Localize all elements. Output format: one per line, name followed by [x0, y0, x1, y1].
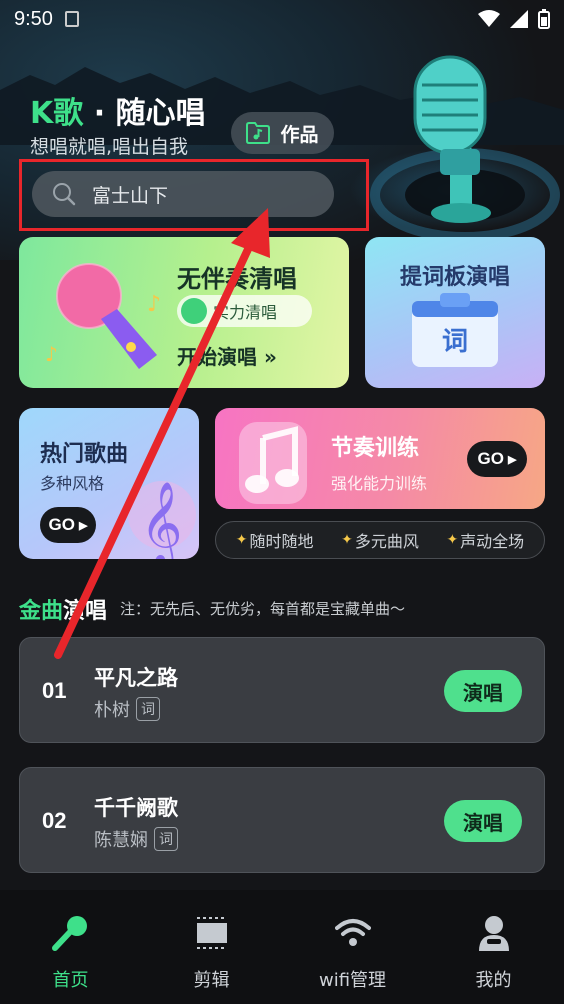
film-edit-icon — [196, 917, 227, 949]
hot-songs-card[interactable]: 热门歌曲 多种风格 𝄞 GO ▶ — [19, 408, 199, 559]
teleprompter-title: 提词板演唱 — [399, 265, 510, 290]
sparkle-icon: ✦ — [446, 532, 459, 548]
status-time: 9:50 — [14, 7, 53, 30]
song-artist: 陈慧娴 — [94, 830, 148, 851]
tab-label: 我的 — [475, 970, 512, 991]
tag-label: 随时随地 — [249, 532, 314, 551]
works-label: 作品 — [280, 123, 319, 146]
search-input[interactable]: 富士山下 — [32, 171, 334, 217]
hot-songs-go-label: GO — [48, 515, 75, 534]
acapella-card[interactable]: ♪ ♪ 无伴奏清唱 实力清唱 开始演唱 » — [19, 237, 349, 388]
svg-text:♪: ♪ — [147, 292, 161, 317]
song-row[interactable]: 02 千千阙歌 陈慧娴 词 演唱 — [19, 767, 545, 873]
tab-home[interactable]: 首页 — [0, 890, 141, 1004]
song-artist-row: 朴树 词 — [94, 696, 160, 722]
acapella-pill-label: 实力清唱 — [213, 303, 278, 322]
tag-label: 多元曲风 — [354, 532, 419, 551]
tab-label: 剪辑 — [193, 970, 230, 991]
tag-label: 声动全场 — [460, 532, 525, 551]
acapella-start[interactable]: 开始演唱 » — [177, 341, 277, 370]
play-triangle-icon: ▶ — [507, 453, 517, 466]
tab-wifi[interactable]: wifi管理 — [282, 890, 423, 1004]
tag-item: ✦ 随时随地 — [236, 528, 314, 552]
treble-clef-icon: 𝄞 — [128, 480, 196, 559]
section-title-rest: 演唱 — [63, 599, 108, 624]
song-number: 02 — [42, 808, 67, 833]
song-artist: 朴树 — [94, 700, 130, 721]
section-note: 注：无先后、无优劣，每首都是宝藏单曲～ — [120, 600, 406, 618]
rhythm-title: 节奏训练 — [331, 436, 420, 461]
tag-item: ✦ 声动全场 — [446, 528, 524, 552]
section-title: 金曲演唱 — [19, 593, 107, 625]
lyrics-badge: 词 — [154, 827, 178, 851]
sing-button[interactable]: 演唱 — [444, 670, 522, 712]
cell-signal-icon — [510, 10, 528, 28]
works-button[interactable]: 作品 — [231, 112, 334, 154]
sparkle-icon: ✦ — [341, 532, 353, 548]
music-note-icon — [239, 422, 307, 504]
rhythm-go-button[interactable]: GO ▶ — [467, 441, 527, 477]
notification-icon — [64, 11, 79, 27]
song-name: 平凡之路 — [94, 666, 178, 690]
song-row[interactable]: 01 平凡之路 朴树 词 演唱 — [19, 637, 545, 743]
status-bar: 9:50 — [0, 0, 564, 38]
acapella-title: 无伴奏清唱 — [177, 265, 297, 293]
teleprompter-card[interactable]: 提词板演唱 词 — [365, 237, 545, 388]
tab-label: wifi管理 — [318, 970, 387, 991]
acapella-pill: 实力清唱 — [177, 295, 312, 327]
hot-songs-sub: 多种风格 — [40, 474, 105, 493]
app-subtitle: 想唱就唱,唱出自我 — [30, 136, 189, 158]
rhythm-training-card[interactable]: 节奏训练 强化能力训练 GO ▶ — [215, 408, 545, 509]
app-title: K歌 · 随心唱 — [30, 88, 206, 132]
song-artist-row: 陈慧娴 词 — [94, 826, 178, 852]
rhythm-sub: 强化能力训练 — [331, 474, 428, 493]
green-dot-icon — [181, 298, 207, 324]
wifi-signal-icon — [478, 10, 500, 27]
app-title-k: K歌 — [30, 96, 84, 131]
search-value: 富士山下 — [92, 184, 169, 207]
folder-music-icon — [246, 122, 271, 144]
tab-edit[interactable]: 剪辑 — [141, 890, 282, 1004]
microphone-icon — [51, 916, 87, 951]
feature-tags: ✦ 随时随地 ✦ 多元曲风 ✦ 声动全场 — [215, 521, 545, 559]
lyrics-badge: 词 — [136, 697, 160, 721]
lyrics-badge: 词 — [441, 327, 468, 357]
pink-microphone-icon: ♪ ♪ — [45, 263, 161, 369]
app-title-rest: · 随心唱 — [83, 96, 206, 131]
sparkle-icon: ✦ — [235, 532, 248, 548]
microphone-illustration — [370, 55, 560, 242]
svg-text:♪: ♪ — [45, 342, 58, 366]
bottom-tab-bar: 首页 剪辑 wifi管理 我的 — [0, 890, 564, 1004]
song-number: 01 — [42, 678, 67, 703]
svg-text:𝄞: 𝄞 — [140, 480, 183, 559]
tab-label: 首页 — [52, 970, 89, 991]
hot-songs-go-button[interactable]: GO ▶ — [40, 507, 96, 543]
tab-profile[interactable]: 我的 — [423, 890, 564, 1004]
battery-icon — [538, 9, 550, 29]
song-name: 千千阙歌 — [94, 796, 178, 820]
user-icon — [478, 916, 509, 951]
wifi-icon — [334, 919, 371, 946]
play-triangle-icon: ▶ — [78, 519, 88, 532]
section-title-green: 金曲 — [19, 599, 64, 624]
sing-button[interactable]: 演唱 — [444, 800, 522, 842]
rhythm-go-label: GO — [477, 449, 504, 468]
tag-item: ✦ 多元曲风 — [341, 528, 419, 552]
search-icon — [53, 183, 76, 206]
